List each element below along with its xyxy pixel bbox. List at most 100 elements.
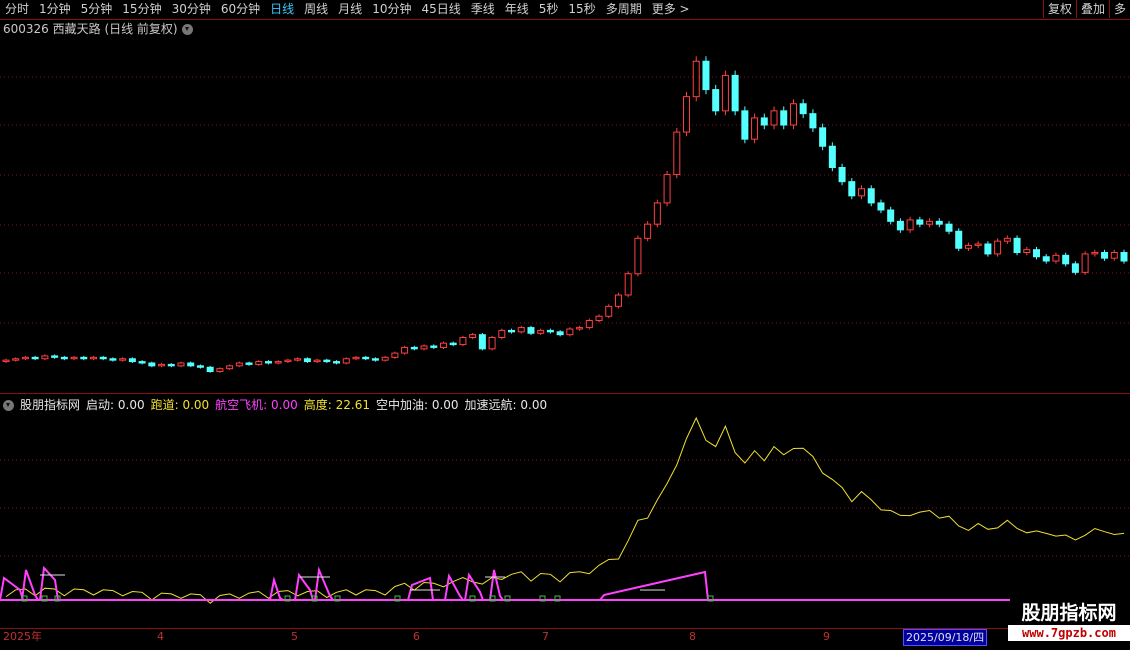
candle-body xyxy=(585,320,593,329)
candle-body xyxy=(867,188,875,204)
candle-body xyxy=(819,127,827,147)
candle-body xyxy=(1013,237,1021,253)
candle-body xyxy=(99,356,107,360)
candle-body xyxy=(731,74,739,112)
legend-gaodu: 高度: 22.61 xyxy=(303,398,370,412)
candle-body xyxy=(1003,237,1011,242)
candle-body xyxy=(2,359,10,363)
candle-body xyxy=(1062,254,1070,265)
candle-body xyxy=(537,329,545,334)
candle-body xyxy=(994,240,1002,255)
candle-body xyxy=(896,220,904,231)
candle-body xyxy=(1101,252,1109,259)
candle-body xyxy=(595,315,603,321)
candle-body xyxy=(352,356,360,360)
aircraft-spike xyxy=(407,576,434,601)
candle-body xyxy=(323,359,331,363)
candle-body xyxy=(887,209,895,222)
candle-body xyxy=(566,328,574,336)
candle-body xyxy=(702,60,710,91)
watermark-title: 股朋指标网 xyxy=(1021,602,1117,624)
candle-body xyxy=(206,366,214,372)
candle-body xyxy=(1071,263,1079,273)
watermark-url: www.7gpzb.com xyxy=(1008,625,1130,641)
candle-body xyxy=(89,356,97,360)
candle-body xyxy=(770,110,778,126)
legend-qidong: 启动: 0.00 xyxy=(86,398,145,412)
candle-body xyxy=(60,356,68,360)
candle-body xyxy=(576,327,584,330)
candle-body xyxy=(294,358,302,361)
candle-body xyxy=(673,131,681,176)
pane-divider xyxy=(0,393,1130,394)
candle-body xyxy=(838,167,846,183)
candle-body xyxy=(614,294,622,307)
candle-body xyxy=(712,89,720,112)
candle-body xyxy=(138,361,146,364)
cursor-date-badge: 2025/09/18/四 xyxy=(903,629,988,646)
candle-body xyxy=(741,110,749,140)
indicator-menu-icon[interactable] xyxy=(3,399,14,411)
candle-body xyxy=(274,361,282,364)
candle-body xyxy=(12,358,20,361)
candle-body xyxy=(391,352,399,358)
candle-body xyxy=(974,243,982,246)
candle-body xyxy=(692,60,700,98)
candle-body xyxy=(469,334,477,338)
candle-body xyxy=(167,363,175,367)
candle-body xyxy=(683,96,691,133)
candle-body xyxy=(644,223,652,239)
candle-body xyxy=(1052,254,1060,262)
candle-body xyxy=(508,329,516,333)
candle-body xyxy=(964,244,972,249)
candle-body xyxy=(196,365,204,368)
candle-body xyxy=(420,345,428,350)
candle-body xyxy=(245,362,253,365)
candle-body xyxy=(1042,256,1050,262)
candle-body xyxy=(459,337,467,346)
candle-body xyxy=(303,358,311,363)
candle-body xyxy=(313,359,321,363)
candle-body xyxy=(255,361,263,365)
candle-body xyxy=(430,345,438,348)
candle-body xyxy=(789,103,797,126)
candle-body xyxy=(556,331,564,336)
candle-body xyxy=(51,355,59,358)
candle-body xyxy=(945,223,953,232)
indicator-name: 股朋指标网 xyxy=(20,398,81,412)
candle-body xyxy=(226,365,234,370)
candle-body xyxy=(371,358,379,361)
candle-body xyxy=(828,145,836,168)
candle-body xyxy=(362,356,370,360)
candle-body xyxy=(449,342,457,346)
candle-body xyxy=(1110,252,1118,259)
candle-body xyxy=(31,356,39,360)
candle-body xyxy=(517,327,525,333)
date-label: 5 xyxy=(291,630,298,643)
candle-body xyxy=(721,74,729,112)
candle-body xyxy=(216,368,224,372)
candle-body xyxy=(1091,252,1099,255)
candle-body xyxy=(70,356,78,360)
candle-body xyxy=(187,362,195,367)
candle-body xyxy=(401,346,409,354)
candle-body xyxy=(935,220,943,225)
candle-body xyxy=(926,220,934,225)
aircraft-spike xyxy=(39,565,59,601)
indicator-legend: 股朋指标网 启动: 0.00 跑道: 0.00 航空飞机: 0.00 高度: 2… xyxy=(3,397,547,413)
candle-body xyxy=(984,243,992,255)
candle-body xyxy=(498,329,506,338)
candle-body xyxy=(1033,249,1041,258)
candle-body xyxy=(119,358,127,361)
aircraft-spike xyxy=(0,576,24,601)
candle-body xyxy=(809,113,817,129)
kline-chart[interactable] xyxy=(0,0,1130,650)
candle-body xyxy=(478,334,486,350)
candle-body xyxy=(877,202,885,211)
candle-body xyxy=(527,327,535,334)
candle-body xyxy=(799,103,807,115)
candle-body xyxy=(439,342,447,348)
candle-body xyxy=(858,188,866,197)
candle-body xyxy=(663,174,671,204)
candle-body xyxy=(906,219,914,231)
